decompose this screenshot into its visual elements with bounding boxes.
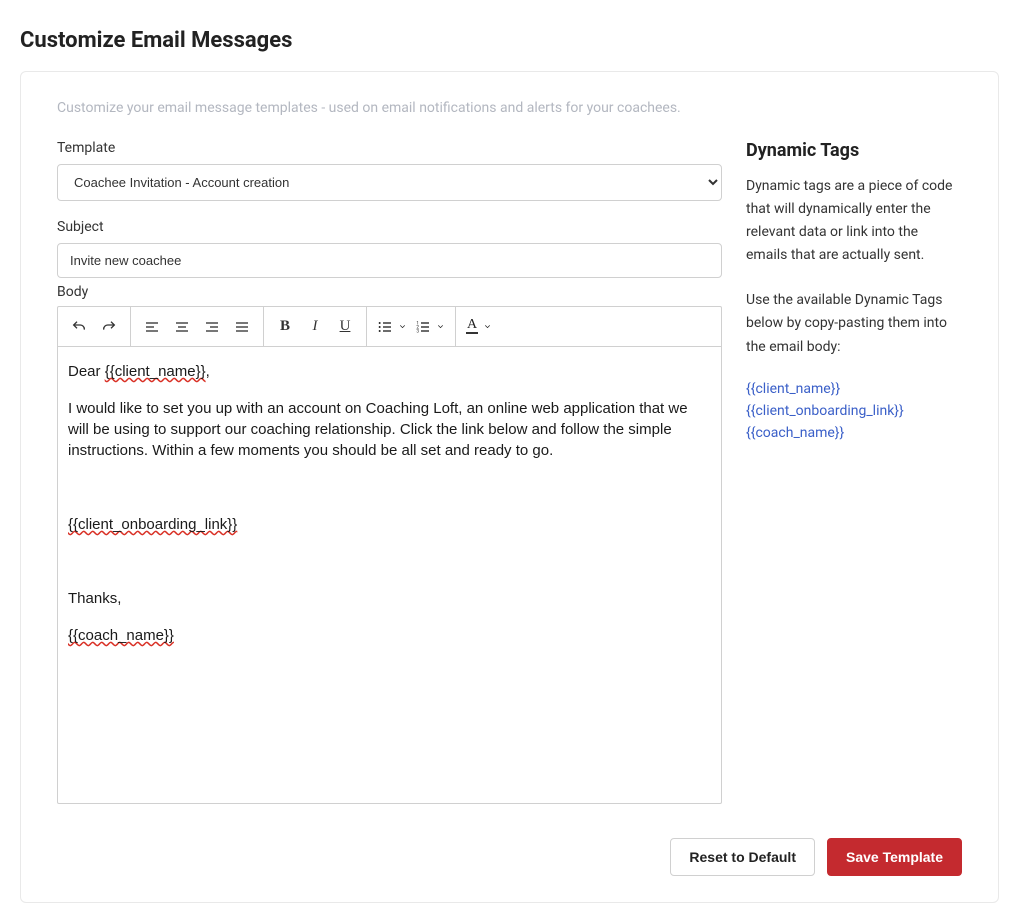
align-center-button[interactable] [167, 312, 197, 342]
undo-button[interactable] [64, 312, 94, 342]
body-coach-tag: {{coach_name}} [68, 627, 174, 644]
save-button[interactable]: Save Template [827, 838, 962, 876]
sidebar: Dynamic Tags Dynamic tags are a piece of… [746, 140, 962, 804]
footer-actions: Reset to Default Save Template [57, 838, 962, 876]
intro-text: Customize your email message templates -… [57, 100, 962, 116]
body-greeting-suffix: , [206, 363, 210, 380]
italic-button[interactable]: I [300, 312, 330, 342]
chevron-down-icon [398, 322, 407, 331]
editor-body[interactable]: Dear {{client_name}}, I would like to se… [58, 347, 721, 803]
reset-button[interactable]: Reset to Default [670, 838, 815, 876]
subject-input[interactable] [57, 243, 722, 278]
rich-text-editor: B I U 123 [57, 306, 722, 804]
body-thanks: Thanks, [68, 588, 711, 609]
align-justify-icon [234, 319, 250, 335]
dynamic-tag-coach-name[interactable]: {{coach_name}} [746, 425, 962, 441]
align-right-button[interactable] [197, 312, 227, 342]
numbered-list-icon: 123 [415, 319, 431, 335]
chevron-down-icon [483, 322, 492, 331]
svg-text:3: 3 [416, 328, 419, 334]
settings-card: Customize your email message templates -… [20, 71, 999, 903]
underline-button[interactable]: U [330, 312, 360, 342]
bullet-list-button[interactable] [373, 312, 411, 342]
sidebar-desc-2: Use the available Dynamic Tags below by … [746, 289, 962, 358]
align-left-button[interactable] [137, 312, 167, 342]
text-color-icon: A [466, 319, 478, 334]
text-color-button[interactable]: A [462, 312, 496, 342]
subject-label: Subject [57, 219, 722, 235]
bold-button[interactable]: B [270, 312, 300, 342]
numbered-list-button[interactable]: 123 [411, 312, 449, 342]
redo-icon [101, 319, 117, 335]
bullet-list-icon [377, 319, 393, 335]
align-center-icon [174, 319, 190, 335]
page-title: Customize Email Messages [20, 28, 999, 53]
redo-button[interactable] [94, 312, 124, 342]
body-label: Body [57, 284, 722, 300]
chevron-down-icon [436, 322, 445, 331]
dynamic-tag-client-name[interactable]: {{client_name}} [746, 381, 962, 397]
template-select[interactable]: Coachee Invitation - Account creation [57, 164, 722, 201]
body-paragraph-1: I would like to set you up with an accou… [68, 398, 711, 461]
template-label: Template [57, 140, 722, 156]
main-column: Template Coachee Invitation - Account cr… [57, 140, 722, 804]
body-onboarding-tag: {{client_onboarding_link}} [68, 516, 237, 533]
dynamic-tag-onboarding-link[interactable]: {{client_onboarding_link}} [746, 403, 962, 419]
align-left-icon [144, 319, 160, 335]
editor-toolbar: B I U 123 [58, 307, 721, 347]
undo-icon [71, 319, 87, 335]
align-right-icon [204, 319, 220, 335]
align-justify-button[interactable] [227, 312, 257, 342]
body-greeting-prefix: Dear [68, 363, 105, 380]
sidebar-title: Dynamic Tags [746, 140, 962, 161]
sidebar-desc-1: Dynamic tags are a piece of code that wi… [746, 175, 962, 267]
body-greeting-tag: {{client_name}} [105, 363, 206, 380]
